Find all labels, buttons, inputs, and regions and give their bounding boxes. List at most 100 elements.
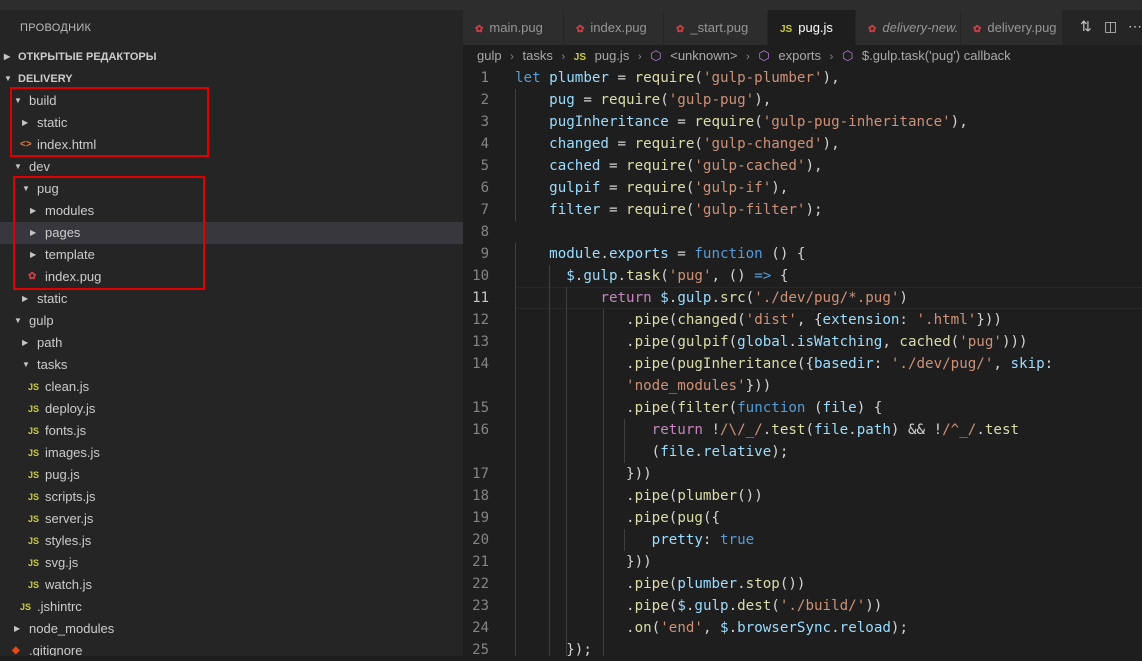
breadcrumb-item[interactable]: tasks bbox=[523, 48, 553, 63]
pug-file-icon: ✿ bbox=[475, 24, 484, 35]
breadcrumb-item[interactable]: exports bbox=[778, 48, 821, 63]
line-number: 9 bbox=[480, 246, 489, 262]
tree-item[interactable]: ▼ tasks bbox=[0, 354, 463, 376]
tree-item-label: clean.js bbox=[45, 379, 90, 394]
tree-item-label: path bbox=[37, 335, 63, 350]
code-line: .pipe(plumber.stop()) bbox=[515, 576, 806, 592]
editor-tab[interactable]: ✿ index.pug bbox=[564, 10, 664, 45]
editor-tab[interactable]: ✿ delivery-new. bbox=[856, 10, 961, 45]
line-number: 20 bbox=[472, 532, 489, 548]
tree-item[interactable]: JS styles.js bbox=[0, 530, 463, 552]
code-line: gulpif = require('gulp-if'), bbox=[549, 180, 789, 196]
code-line: 'node_modules'})) bbox=[626, 378, 772, 394]
tree-item[interactable]: JS scripts.js bbox=[0, 486, 463, 508]
js-file-icon: JS bbox=[573, 52, 586, 63]
tree-item[interactable]: ▼ dev bbox=[0, 156, 463, 178]
code-line: return !/\/_/.test(file.path) && !/^_/.t… bbox=[651, 422, 1020, 438]
tree-item[interactable]: JS pug.js bbox=[0, 464, 463, 486]
tree-item[interactable]: JS clean.js bbox=[0, 376, 463, 398]
code-line: filter = require('gulp-filter'); bbox=[549, 202, 823, 218]
tree-item-label: deploy.js bbox=[45, 401, 96, 416]
js-file-icon: JS bbox=[780, 24, 793, 35]
code-line: pug = require('gulp-pug'), bbox=[549, 92, 772, 108]
breadcrumb-item[interactable]: gulp bbox=[477, 48, 502, 63]
js-file-icon: JS bbox=[28, 426, 40, 436]
section-open-editors[interactable]: ▶ ОТКРЫТЫЕ РЕДАКТОРЫ bbox=[0, 46, 463, 68]
tree-item[interactable]: JS server.js bbox=[0, 508, 463, 530]
chevron-right-icon: ▶ bbox=[14, 624, 21, 633]
code-line: (file.relative); bbox=[515, 444, 789, 460]
highlight-box-pug bbox=[13, 176, 205, 290]
indent-guide bbox=[549, 265, 550, 656]
chevron-right-icon: › bbox=[637, 51, 642, 63]
chevron-right-icon: › bbox=[561, 51, 566, 63]
tree-item[interactable]: ▼ gulp bbox=[0, 310, 463, 332]
line-number: 23 bbox=[472, 598, 489, 614]
line-number bbox=[449, 441, 489, 463]
editor-tab[interactable]: ✿ _start.pug bbox=[664, 10, 768, 45]
tree-item[interactable]: JS deploy.js bbox=[0, 398, 463, 420]
code-editor[interactable]: let plumber = require('gulp-plumber'), p… bbox=[515, 67, 1142, 656]
chevron-down-icon: ▼ bbox=[22, 360, 30, 369]
chevron-right-icon: ▶ bbox=[22, 294, 29, 303]
line-number: 11 bbox=[472, 290, 489, 306]
line-number: 24 bbox=[472, 620, 489, 636]
js-file-icon: JS bbox=[28, 536, 40, 546]
js-file-icon: JS bbox=[28, 580, 40, 590]
tree-item-label: .jshintrc bbox=[37, 599, 82, 614]
line-number: 3 bbox=[480, 114, 489, 130]
code-line: .on('end', $.browserSync.reload); bbox=[515, 620, 908, 636]
code-line: })) bbox=[515, 554, 652, 570]
tree-item[interactable]: ▶ static bbox=[0, 288, 463, 310]
line-number: 8 bbox=[480, 224, 489, 240]
indent-guide bbox=[603, 309, 604, 656]
tree-item[interactable]: ▶ path bbox=[0, 332, 463, 354]
code-line: pretty: true bbox=[651, 532, 755, 548]
indent-guide bbox=[566, 287, 567, 656]
code-line: .pipe(filter(function (file) { bbox=[515, 400, 883, 416]
chevron-right-icon: ▶ bbox=[22, 338, 29, 347]
js-file-icon: JS bbox=[28, 514, 40, 524]
line-number: 1 bbox=[480, 70, 489, 86]
code-line: .pipe($.gulp.dest('./build/')) bbox=[515, 598, 883, 614]
line-number: 7 bbox=[480, 202, 489, 218]
line-number: 6 bbox=[480, 180, 489, 196]
editor-tab-label: _start.pug bbox=[690, 20, 749, 35]
tree-item[interactable]: ◆ .gitignore bbox=[0, 640, 463, 656]
code-line: cached = require('gulp-cached'), bbox=[549, 158, 823, 174]
tree-item-label: node_modules bbox=[29, 621, 115, 636]
symbol-icon: ⬡ bbox=[650, 48, 662, 63]
breadcrumb-item[interactable]: <unknown> bbox=[670, 48, 737, 63]
tree-item-label: static bbox=[37, 291, 68, 306]
line-number: 4 bbox=[480, 136, 489, 152]
more-actions-icon[interactable]: ⋯ bbox=[1128, 18, 1142, 35]
tree-item[interactable]: JS .jshintrc bbox=[0, 596, 463, 618]
tree-item[interactable]: JS images.js bbox=[0, 442, 463, 464]
breadcrumb-item[interactable]: pug.js bbox=[595, 48, 630, 63]
tree-item[interactable]: JS fonts.js bbox=[0, 420, 463, 442]
tree-item[interactable]: JS watch.js bbox=[0, 574, 463, 596]
breadcrumb-item[interactable]: $.gulp.task('pug') callback bbox=[862, 48, 1011, 63]
chevron-right-icon: › bbox=[829, 51, 834, 63]
tree-item[interactable]: ▶ node_modules bbox=[0, 618, 463, 640]
section-project-label: DELIVERY bbox=[18, 73, 73, 85]
tree-item-label: fonts.js bbox=[45, 423, 87, 438]
code-line: .pipe(pug({ bbox=[515, 510, 721, 526]
chevron-down-icon: ▼ bbox=[14, 162, 22, 171]
compare-changes-icon[interactable]: ⇅ bbox=[1080, 18, 1092, 35]
tree-item[interactable]: JS svg.js bbox=[0, 552, 463, 574]
js-file-icon: JS bbox=[28, 470, 40, 480]
line-number: 25 bbox=[472, 642, 489, 658]
line-number: 10 bbox=[472, 268, 489, 284]
section-open-editors-label: ОТКРЫТЫЕ РЕДАКТОРЫ bbox=[18, 51, 157, 63]
editor-tab-label: delivery-new. bbox=[882, 20, 959, 35]
highlight-box-build bbox=[10, 87, 209, 157]
chevron-right-icon: ▶ bbox=[4, 52, 11, 61]
split-editor-icon[interactable]: ◫ bbox=[1104, 18, 1117, 35]
code-line: .pipe(changed('dist', {extension: '.html… bbox=[515, 312, 1002, 328]
editor-tab[interactable]: JS pug.js bbox=[768, 10, 856, 45]
editor-tab[interactable]: ✿ delivery.pug bbox=[961, 10, 1063, 45]
code-line: .pipe(gulpif(global.isWatching, cached('… bbox=[515, 334, 1028, 350]
code-line: }); bbox=[515, 642, 592, 656]
editor-tab[interactable]: ✿ main.pug bbox=[463, 10, 564, 45]
